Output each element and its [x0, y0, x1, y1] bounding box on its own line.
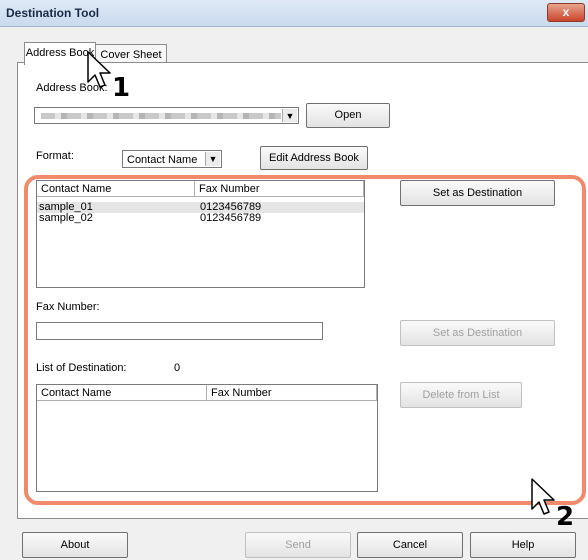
edit-address-book-button[interactable]: Edit Address Book [260, 146, 368, 170]
table-row[interactable]: sample_02 0123456789 [37, 213, 364, 224]
delete-from-list-button[interactable]: Delete from List [400, 382, 522, 408]
cursor-icon [531, 478, 555, 515]
set-as-destination-button-disabled[interactable]: Set as Destination [400, 320, 555, 346]
address-book-select[interactable]: ▼ [34, 107, 299, 124]
format-select[interactable]: Contact Name ▼ [122, 150, 222, 168]
fax-number-label: Fax Number: [36, 301, 100, 313]
callout-number-2: 2 [556, 502, 575, 532]
fax-number-field[interactable] [36, 322, 323, 340]
about-button[interactable]: About [22, 532, 128, 558]
set-as-destination-button[interactable]: Set as Destination [400, 180, 555, 206]
send-button[interactable]: Send [245, 532, 351, 558]
callout-number-1: 1 [112, 73, 131, 103]
column-header-fax-number[interactable]: Fax Number [195, 181, 364, 197]
close-button[interactable]: x [547, 3, 585, 22]
column-header-contact-name[interactable]: Contact Name [37, 385, 207, 401]
destination-count: 0 [174, 362, 181, 374]
column-header-fax-number[interactable]: Fax Number [207, 385, 377, 401]
cursor-icon [87, 51, 111, 88]
fax-number: 0123456789 [200, 212, 262, 224]
cancel-button[interactable]: Cancel [357, 532, 463, 558]
format-selected: Contact Name [127, 154, 198, 166]
help-button[interactable]: Help [470, 532, 576, 558]
contact-name: sample_02 [39, 212, 93, 224]
window-title: Destination Tool [6, 6, 100, 20]
format-label: Format: [36, 150, 74, 162]
open-button[interactable]: Open [306, 103, 390, 128]
destination-list[interactable]: Contact Name Fax Number [36, 384, 378, 492]
title-bar: Destination Tool x [0, 0, 588, 27]
address-book-value-redacted [41, 113, 281, 119]
chevron-down-icon[interactable]: ▼ [282, 109, 297, 122]
contacts-list[interactable]: Contact Name Fax Number sample_01 012345… [36, 180, 365, 288]
list-of-destination-label: List of Destination: [36, 362, 127, 374]
chevron-down-icon[interactable]: ▼ [205, 152, 220, 166]
tab-address-book-label: Address Book [25, 47, 95, 59]
column-header-contact-name[interactable]: Contact Name [37, 181, 195, 197]
